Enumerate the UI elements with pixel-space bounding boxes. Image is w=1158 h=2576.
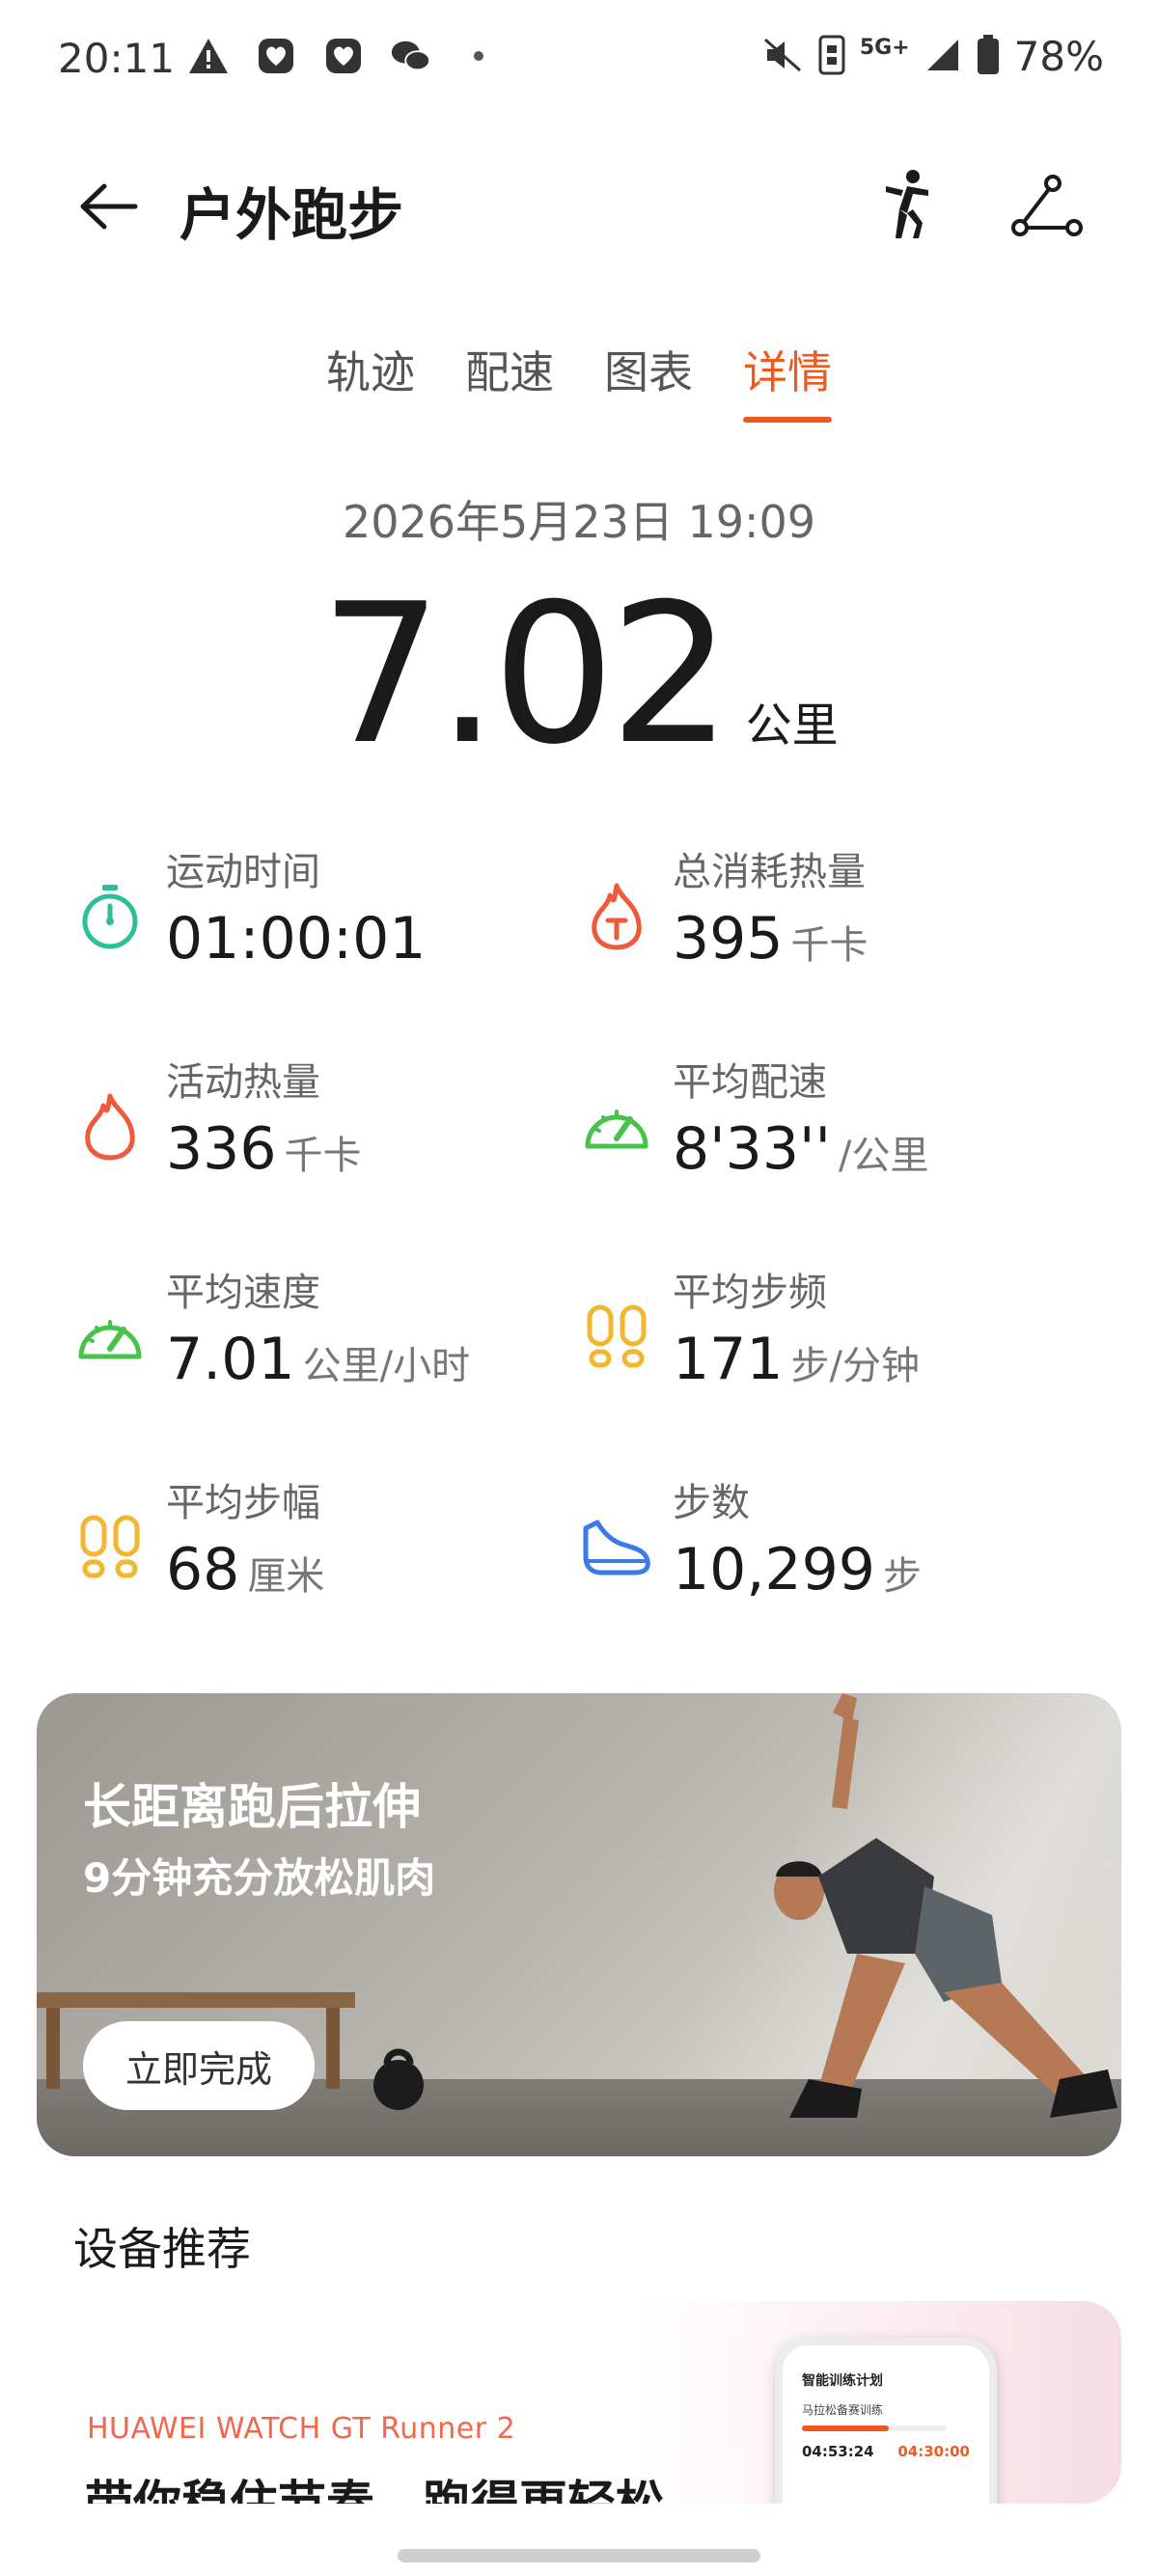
battery-level: 78% <box>1013 33 1104 80</box>
distance-unit: 公里 <box>745 699 839 753</box>
metric-label: 步数 <box>673 1481 750 1525</box>
speed-gauge-icon <box>71 1299 149 1376</box>
app-header: 户外跑步 <box>0 145 1158 260</box>
tab-pace[interactable]: 配速 <box>465 338 554 423</box>
status-notification-icons <box>187 35 500 77</box>
workout-tabs: 轨迹 配速 图表 详情 <box>0 338 1158 423</box>
kettlebell-illustration <box>373 2048 424 2110</box>
workout-date: 2026年5月23日 19:09 <box>342 496 816 548</box>
metric-label: 平均步幅 <box>166 1481 320 1525</box>
banner-subtitle: 9分钟充分放松肌肉 <box>83 1854 436 1902</box>
metric-unit: 步 <box>882 1554 922 1599</box>
complete-now-button[interactable]: 立即完成 <box>83 2021 315 2110</box>
shoe-icon <box>578 1509 655 1586</box>
tab-track[interactable]: 轨迹 <box>326 338 415 423</box>
metric-label: 平均配速 <box>673 1060 827 1105</box>
metric-avg-cadence: 平均步频 171 步/分钟 <box>578 1270 1085 1424</box>
status-bar: 20:11 5G+ 78% <box>0 0 1158 116</box>
device-section-title: 设备推荐 <box>73 2223 251 2275</box>
flame-icon <box>71 1088 149 1165</box>
route-icon <box>1011 175 1083 236</box>
metric-avg-stride: 平均步幅 68 厘米 <box>71 1480 578 1634</box>
wechat-icon <box>390 35 432 77</box>
metric-value: 7.01 <box>166 1326 295 1393</box>
metric-duration: 运动时间 01:00:01 <box>71 849 578 1003</box>
arrow-left-icon <box>80 183 138 230</box>
phone-preview-title: 智能训练计划 <box>802 2373 883 2389</box>
stretching-person-illustration <box>774 1693 1117 2118</box>
device-brand: HUAWEI WATCH GT Runner 2 <box>87 2412 516 2446</box>
phone-preview-progress <box>802 2425 947 2431</box>
metric-unit: 公里/小时 <box>302 1344 471 1388</box>
back-button[interactable] <box>69 168 147 245</box>
metric-active-calories: 活动热量 336 千卡 <box>71 1059 578 1214</box>
metric-steps: 步数 10,299 步 <box>578 1480 1085 1634</box>
phone-preview-time-right: 04:30:00 <box>897 2443 970 2460</box>
network-type: 5G+ <box>859 36 910 60</box>
device-tagline: 带你稳住节奏，跑得更轻松 <box>85 2476 664 2504</box>
tab-details[interactable]: 详情 <box>743 338 832 423</box>
status-time: 20:11 <box>58 35 176 82</box>
status-system-icons: 5G+ 78% <box>761 33 1104 80</box>
runner-icon <box>886 170 928 238</box>
phone-preview-time-left: 04:53:24 <box>802 2443 874 2460</box>
home-indicator[interactable] <box>398 2549 760 2562</box>
metric-value: 10,299 <box>673 1536 875 1603</box>
metric-value: 171 <box>673 1326 784 1393</box>
phone-preview-subtitle: 马拉松备赛训练 <box>802 2403 884 2417</box>
metric-value: 336 <box>166 1115 277 1183</box>
device-recommendation-card[interactable]: HUAWEI WATCH GT Runner 2 带你稳住节奏，跑得更轻松 智能… <box>37 2301 1121 2504</box>
metric-total-calories: 总消耗热量 395 千卡 <box>578 849 1085 1003</box>
pace-gauge-icon <box>578 1088 655 1165</box>
runner-pose-button[interactable] <box>864 162 951 249</box>
tab-charts[interactable]: 图表 <box>604 338 693 423</box>
footprints-icon <box>578 1299 655 1376</box>
metric-unit: 千卡 <box>284 1134 362 1178</box>
metric-value: 395 <box>673 905 784 973</box>
metric-unit: 步/分钟 <box>790 1344 921 1388</box>
metric-label: 活动热量 <box>166 1060 320 1105</box>
device-phone-preview: 智能训练计划 马拉松备赛训练 04:53:24 04:30:00 <box>775 2338 997 2504</box>
app-notification-icon <box>322 35 365 77</box>
stopwatch-icon <box>71 878 149 955</box>
flame-total-icon <box>578 878 655 955</box>
footprints-stride-icon <box>71 1509 149 1586</box>
battery-icon <box>976 34 1001 80</box>
metric-label: 运动时间 <box>166 850 320 894</box>
app-notification-icon <box>255 35 297 77</box>
metric-unit: 千卡 <box>790 923 868 968</box>
metric-value: 01:00:01 <box>166 905 427 973</box>
metric-avg-speed: 平均速度 7.01 公里/小时 <box>71 1270 578 1424</box>
banner-title: 长距离跑后拉伸 <box>83 1779 421 1835</box>
metric-value: 8'33'' <box>673 1115 832 1183</box>
page-title: 户外跑步 <box>179 182 404 248</box>
distance-summary: 7.02 公里 <box>0 579 1158 772</box>
route-share-button[interactable] <box>1004 162 1090 249</box>
mute-icon <box>761 36 804 78</box>
metric-label: 总消耗热量 <box>673 850 866 894</box>
more-notifications-dot-icon <box>457 35 500 77</box>
metric-label: 平均步频 <box>673 1271 827 1315</box>
stretch-promo-banner[interactable]: 长距离跑后拉伸 9分钟充分放松肌肉 立即完成 <box>37 1693 1121 2156</box>
metric-unit: /公里 <box>839 1134 929 1178</box>
metric-avg-pace: 平均配速 8'33''/公里 <box>578 1059 1085 1214</box>
metric-value: 68 <box>166 1536 240 1603</box>
metric-unit: 厘米 <box>247 1554 325 1599</box>
signal-icon <box>924 36 962 78</box>
sim-icon <box>817 34 846 80</box>
metrics-grid: 运动时间 01:00:01 总消耗热量 395 千卡 活动热量 336 千卡 平均配… <box>71 849 1114 1634</box>
warning-icon <box>187 35 230 77</box>
metric-label: 平均速度 <box>166 1271 320 1315</box>
distance-value: 7.02 <box>319 562 731 787</box>
